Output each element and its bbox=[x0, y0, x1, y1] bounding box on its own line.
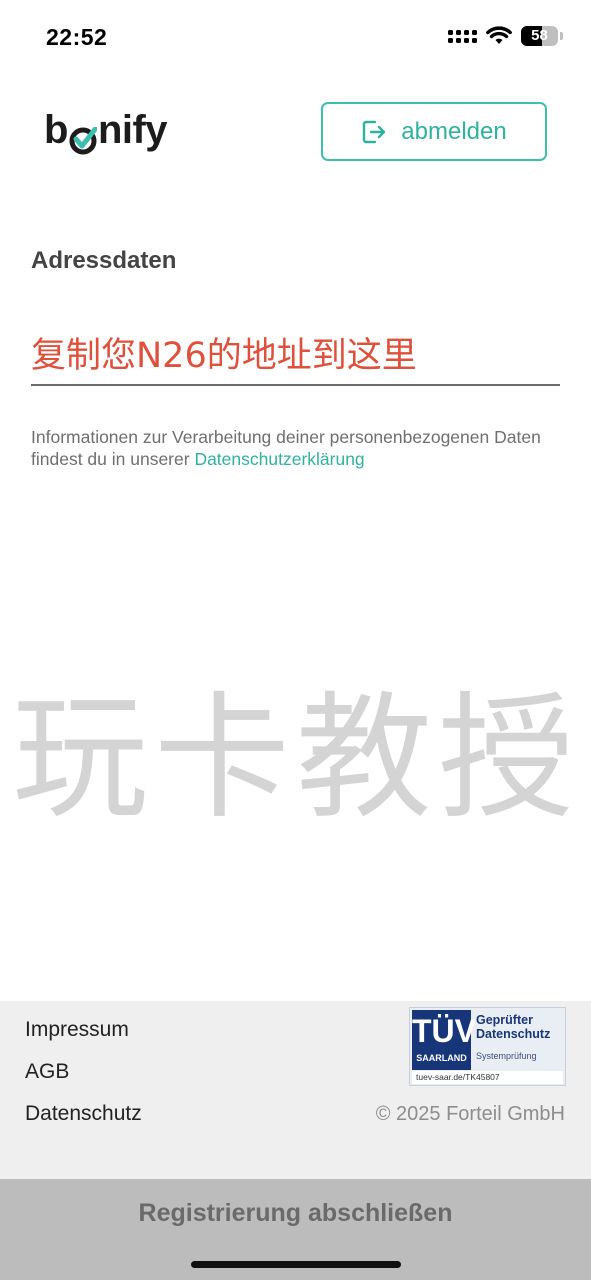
watermark: 玩卡教授 bbox=[12, 680, 580, 838]
tuv-url: tuev-saar.de/TK45807 bbox=[412, 1071, 563, 1084]
footer-link-datenschutz[interactable]: Datenschutz bbox=[25, 1102, 142, 1126]
footer-link-impressum[interactable]: Impressum bbox=[25, 1018, 129, 1042]
address-input[interactable] bbox=[31, 320, 560, 386]
status-time: 22:52 bbox=[46, 24, 108, 50]
battery-icon: 58 bbox=[521, 26, 558, 46]
logout-icon bbox=[363, 120, 386, 143]
logo-text-right: nify bbox=[97, 108, 168, 152]
tuv-certification-badge: TÜV SAARLAND Geprüfter Datenschutz Syste… bbox=[409, 1007, 566, 1086]
tuv-subtitle: Systemprüfung bbox=[476, 1051, 537, 1061]
copyright: © 2025 Forteil GmbH bbox=[375, 1103, 565, 1125]
tuv-title-line1: Geprüfter bbox=[476, 1013, 533, 1027]
tuv-mark-small: SAARLAND bbox=[416, 1053, 467, 1063]
privacy-policy-link[interactable]: Datenschutzerklärung bbox=[194, 449, 364, 469]
logout-button[interactable]: abmelden bbox=[321, 102, 547, 161]
privacy-notice: Informationen zur Verarbeitung deiner pe… bbox=[31, 426, 571, 470]
battery-level: 58 bbox=[531, 27, 548, 44]
cellular-signal-icon bbox=[448, 29, 477, 43]
footer: Impressum AGB Datenschutz TÜV SAARLAND G… bbox=[0, 1001, 591, 1179]
bonify-logo: b nify bbox=[44, 108, 168, 155]
home-indicator bbox=[191, 1261, 401, 1268]
logo-check-icon bbox=[69, 120, 99, 155]
footer-link-agb[interactable]: AGB bbox=[25, 1060, 69, 1084]
battery-tip bbox=[560, 32, 563, 40]
tuv-title: Geprüfter Datenschutz bbox=[476, 1013, 550, 1041]
tuv-logo: TÜV SAARLAND bbox=[412, 1010, 476, 1070]
tuv-mark-big: TÜV bbox=[412, 1013, 476, 1049]
logo-text-left: b bbox=[44, 108, 68, 152]
status-icons: 58 bbox=[448, 26, 563, 46]
wifi-icon bbox=[486, 26, 512, 44]
section-label: Adressdaten bbox=[31, 247, 177, 274]
tuv-title-line2: Datenschutz bbox=[476, 1027, 551, 1041]
status-bar: 22:52 58 bbox=[0, 0, 591, 76]
complete-registration-label: Registrierung abschließen bbox=[138, 1199, 453, 1227]
logout-label: abmelden bbox=[401, 117, 507, 145]
